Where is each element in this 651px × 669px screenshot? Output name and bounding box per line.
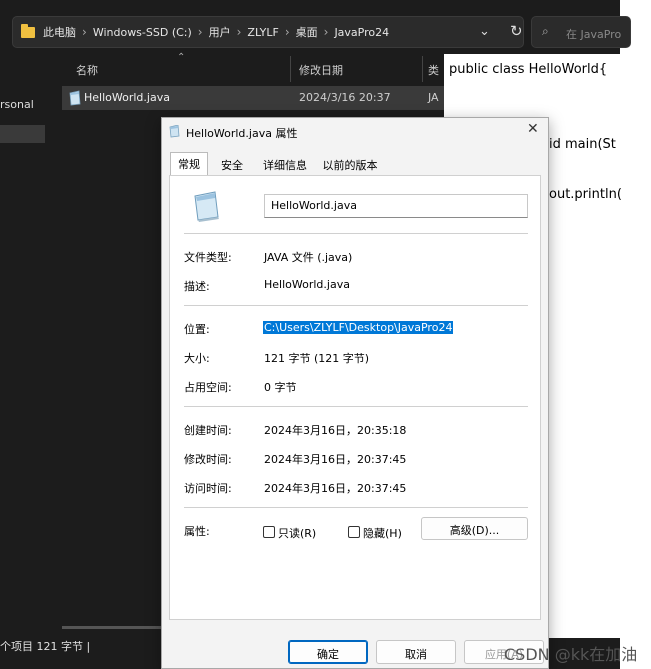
close-icon[interactable]: ✕ <box>527 121 539 137</box>
modified-label: 修改时间: <box>184 453 232 466</box>
java-file-icon <box>194 191 219 222</box>
divider <box>184 305 528 306</box>
search-icon: ⌕ <box>542 24 549 38</box>
checkbox-box[interactable] <box>348 526 360 538</box>
description-label: 描述: <box>184 280 210 293</box>
tab-security[interactable]: 安全 <box>214 154 250 174</box>
code-line-2: id main(St <box>549 137 616 152</box>
file-type: JA <box>428 91 439 104</box>
divider <box>184 233 528 234</box>
disk-size-value: 0 字节 <box>264 381 297 394</box>
sidebar-item-personal[interactable]: rsonal <box>0 98 34 111</box>
column-header-name[interactable]: 名称 <box>76 62 98 78</box>
chevron-right-icon: › <box>197 25 203 39</box>
filename-field[interactable]: HelloWorld.java <box>264 194 528 218</box>
column-divider[interactable] <box>422 56 423 82</box>
description-value: HelloWorld.java <box>264 278 350 291</box>
breadcrumb-item-this-pc[interactable]: 此电脑 <box>43 24 76 40</box>
sidebar-item-selected[interactable] <box>0 125 45 143</box>
tab-previous-versions[interactable]: 以前的版本 <box>316 154 384 174</box>
modified-value: 2024年3月16日，20:37:45 <box>264 453 407 466</box>
hidden-checkbox[interactable]: 隐藏(H) <box>348 525 402 541</box>
breadcrumb-item-users[interactable]: 用户 <box>209 24 231 40</box>
accessed-value: 2024年3月16日，20:37:45 <box>264 482 407 495</box>
chevron-right-icon: › <box>323 25 329 39</box>
chevron-right-icon: › <box>236 25 242 39</box>
column-header-type[interactable]: 类 <box>428 62 439 78</box>
tab-details[interactable]: 详细信息 <box>257 154 313 174</box>
cancel-button[interactable]: 取消 <box>376 640 456 664</box>
location-label: 位置: <box>184 323 210 336</box>
file-row[interactable]: HelloWorld.java 2024/3/16 20:37 JA <box>62 86 444 110</box>
file-name: HelloWorld.java <box>84 91 170 104</box>
file-modified: 2024/3/16 20:37 <box>299 91 391 104</box>
dialog-title: HelloWorld.java 属性 <box>186 127 298 140</box>
divider <box>184 406 528 407</box>
folder-icon <box>21 23 35 38</box>
horizontal-scrollbar[interactable] <box>62 626 162 629</box>
attributes-label: 属性: <box>184 525 210 538</box>
search-placeholder: 在 JavaPro <box>566 28 622 41</box>
chevron-right-icon: › <box>82 25 87 39</box>
file-type-value: JAVA 文件 (.java) <box>264 251 353 264</box>
breadcrumb-item-folder[interactable]: JavaPro24 <box>334 26 389 39</box>
breadcrumb-item-desktop[interactable]: 桌面 <box>296 24 318 40</box>
chevron-right-icon: › <box>284 25 290 39</box>
watermark: CSDN @kk在加油 <box>504 645 638 664</box>
size-value: 121 字节 (121 字节) <box>264 352 370 365</box>
column-header-modified[interactable]: 修改日期 <box>299 62 343 78</box>
status-bar-text: 个项目 121 字节 | <box>0 640 91 653</box>
general-panel: HelloWorld.java 文件类型: JAVA 文件 (.java) 描述… <box>169 175 541 620</box>
accessed-label: 访问时间: <box>184 482 232 495</box>
created-label: 创建时间: <box>184 424 232 437</box>
readonly-checkbox[interactable]: 只读(R) <box>263 525 316 541</box>
chevron-down-icon[interactable]: ⌄ <box>479 24 490 39</box>
size-label: 大小: <box>184 352 210 365</box>
breadcrumb-item-user[interactable]: ZLYLF <box>247 26 278 39</box>
sort-ascending-icon: ⌃ <box>177 52 186 63</box>
hidden-label: 隐藏(H) <box>363 527 402 540</box>
code-line-1: public class HelloWorld{ <box>449 62 608 77</box>
location-value[interactable]: C:\Users\ZLYLF\Desktop\JavaPro24 <box>263 321 454 334</box>
breadcrumb: 此电脑 › Windows-SSD (C:) › 用户 › ZLYLF › 桌面… <box>21 17 389 47</box>
divider <box>184 507 528 508</box>
breadcrumb-item-drive[interactable]: Windows-SSD (C:) <box>93 26 192 39</box>
properties-dialog: HelloWorld.java 属性 ✕ 常规 安全 详细信息 以前的版本 He… <box>161 117 549 669</box>
readonly-label: 只读(R) <box>278 527 317 540</box>
search-input[interactable]: ⌕ 在 JavaPro <box>531 16 631 48</box>
tab-general[interactable]: 常规 <box>170 152 208 175</box>
created-value: 2024年3月16日，20:35:18 <box>264 424 407 437</box>
checkbox-box[interactable] <box>263 526 275 538</box>
java-file-icon <box>69 90 81 106</box>
ok-button[interactable]: 确定 <box>288 640 368 664</box>
column-divider[interactable] <box>290 56 291 82</box>
file-type-label: 文件类型: <box>184 251 232 264</box>
refresh-icon[interactable]: ↻ <box>510 22 523 40</box>
address-bar[interactable]: 此电脑 › Windows-SSD (C:) › 用户 › ZLYLF › 桌面… <box>12 16 524 48</box>
advanced-button[interactable]: 高级(D)... <box>421 517 528 540</box>
disk-size-label: 占用空间: <box>184 381 232 394</box>
java-file-icon <box>169 125 180 138</box>
code-line-3: out.println( <box>549 187 622 202</box>
